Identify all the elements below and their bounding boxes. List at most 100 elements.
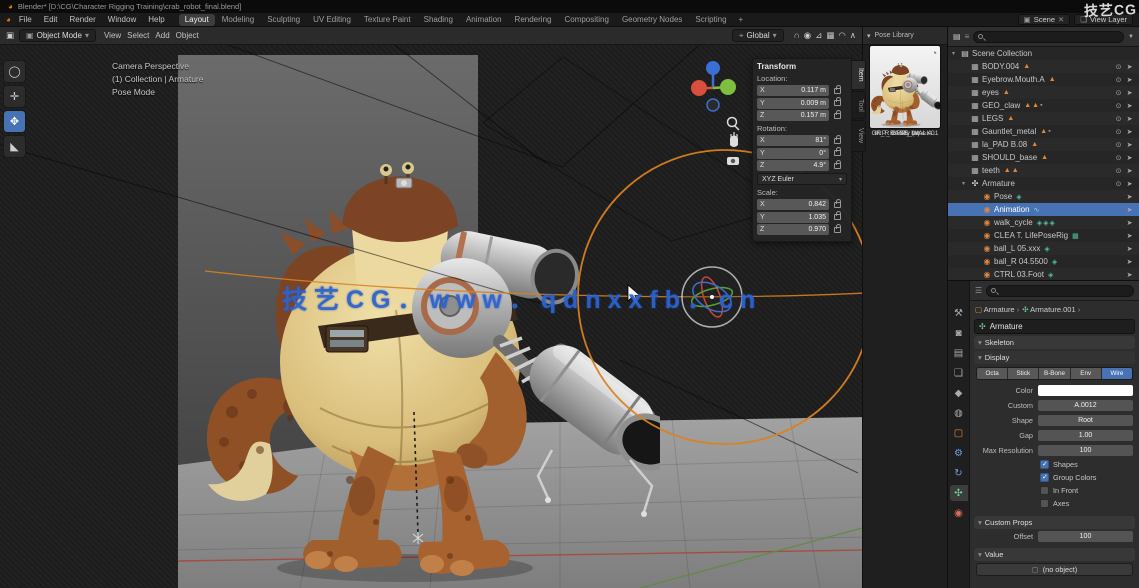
chevron-down-icon[interactable]: ▾ (867, 32, 871, 40)
properties-tab[interactable]: ◙ (950, 325, 968, 341)
disable-render-toggle[interactable]: ➤ (1124, 271, 1135, 279)
sidebar-tab[interactable]: View (852, 120, 866, 151)
rotation-mode-dropdown[interactable]: XYZ Euler▾ (757, 173, 847, 185)
disable-render-toggle[interactable]: ➤ (1124, 89, 1135, 97)
hide-viewport-toggle[interactable]: ⊙ (1113, 76, 1124, 84)
disable-render-toggle[interactable]: ➤ (1124, 141, 1135, 149)
lock-icon[interactable] (834, 100, 841, 106)
orientation-dropdown[interactable]: ⌖ Global ▾ (732, 29, 784, 42)
outliner-row[interactable]: ▦ GEO_claw ▲▲▪ ⊙ ➤ (948, 99, 1139, 112)
viewport-header-icon[interactable]: ◉ (804, 30, 811, 40)
datablock-name-field[interactable]: ✣ Armature (974, 319, 1135, 334)
checkbox[interactable] (1040, 486, 1049, 495)
viewport-canvas[interactable] (0, 45, 862, 588)
lock-icon[interactable] (834, 202, 841, 208)
display-as-option[interactable]: Env (1071, 368, 1102, 379)
3d-viewport[interactable]: Camera Perspective(1) Collection | Armat… (0, 45, 862, 588)
rotation-field[interactable]: X81° (757, 135, 829, 146)
outliner-row[interactable]: ▦ Eyebrow.Mouth.A ▲ ⊙ ➤ (948, 73, 1139, 86)
checkbox[interactable] (1040, 473, 1049, 482)
axis-navigation-gizmo[interactable] (691, 61, 736, 111)
checkbox[interactable] (1040, 499, 1049, 508)
disable-render-toggle[interactable]: ➤ (1124, 193, 1135, 201)
viewport-header-icon[interactable]: ∧ (850, 30, 856, 40)
filter-funnel-icon[interactable]: ▼ (1128, 34, 1134, 40)
hide-viewport-toggle[interactable]: ⊙ (1113, 180, 1124, 188)
workspace-tab[interactable]: UV Editing (307, 14, 357, 26)
unlink-icon[interactable]: ✕ (1058, 15, 1064, 24)
breadcrumb-item[interactable]: ▢ Armature › (975, 305, 1019, 314)
disable-render-toggle[interactable]: ➤ (1124, 154, 1135, 162)
viewport-menu-item[interactable]: Add (152, 31, 172, 40)
viewport-menu-item[interactable]: Select (124, 31, 152, 40)
display-as-option[interactable]: Wire (1102, 368, 1132, 379)
tool-button[interactable]: ◯ (3, 60, 26, 83)
properties-editor-icon[interactable]: ☰ (975, 286, 982, 295)
disclosure-icon[interactable]: ▾ (962, 180, 970, 187)
editor-type-icon[interactable]: ▣ (6, 30, 14, 41)
disable-render-toggle[interactable]: ➤ (1124, 115, 1135, 123)
tool-button[interactable]: ✛ (3, 85, 26, 108)
outliner-row[interactable]: ◉ Animation ∿ ⊙ ➤ (948, 203, 1139, 216)
menubar-item[interactable]: Edit (38, 14, 64, 25)
panel-header-skeleton[interactable]: ▾Skeleton (974, 336, 1135, 349)
properties-tab[interactable]: ⚙ (950, 445, 968, 461)
scale-field[interactable]: Z0.970 (757, 224, 829, 235)
properties-tab[interactable]: ◉ (950, 505, 968, 521)
tool-button[interactable]: ◣ (3, 135, 26, 158)
location-field[interactable]: X0.117 m (757, 85, 829, 96)
property-value-field[interactable] (1038, 385, 1133, 396)
workspace-tab[interactable]: Animation (460, 14, 508, 26)
disable-render-toggle[interactable]: ➤ (1124, 206, 1135, 214)
lock-icon[interactable] (834, 88, 841, 94)
outliner-row[interactable]: ◉ ball_L 05.xxx ◈ ⊙ ➤ (948, 242, 1139, 255)
outliner-row[interactable]: ▾ ▤ Scene Collection ⊙ ➤ (948, 47, 1139, 60)
add-workspace-button[interactable]: + (735, 14, 748, 25)
display-as-option[interactable]: B-Bone (1039, 368, 1070, 379)
lock-icon[interactable] (834, 150, 841, 156)
menubar-item[interactable]: Window (102, 14, 142, 25)
viewport-header-icon[interactable]: ◠ (838, 30, 845, 40)
hide-viewport-toggle[interactable]: ⊙ (1113, 115, 1124, 123)
outliner-search-input[interactable] (973, 31, 1124, 43)
disable-render-toggle[interactable]: ➤ (1124, 258, 1135, 266)
properties-tab[interactable]: ✣ (950, 485, 968, 501)
workspace-tab[interactable]: Layout (179, 14, 215, 26)
breadcrumb-item[interactable]: ✣ Armature.001 › (1022, 305, 1080, 314)
workspace-tab[interactable]: Geometry Nodes (616, 14, 688, 26)
viewport-header-icon[interactable]: ⊿ (815, 30, 822, 40)
filter-collection-icon[interactable]: ▤ (953, 32, 961, 41)
workspace-tab[interactable]: Compositing (558, 14, 614, 26)
sidebar-tab[interactable]: Item (852, 60, 866, 90)
display-as-option[interactable]: Stick (1008, 368, 1039, 379)
pose-thumbnail[interactable]: ◔ (869, 45, 941, 129)
menubar-item[interactable]: Help (142, 14, 170, 25)
hide-viewport-toggle[interactable]: ⊙ (1113, 63, 1124, 71)
offset-value-field[interactable]: 100 (1038, 531, 1133, 542)
outliner-row[interactable]: ◉ CLEA T. LifePoseRig ▦ ⊙ ➤ (948, 229, 1139, 242)
lock-icon[interactable] (834, 163, 841, 169)
workspace-tab[interactable]: Texture Paint (358, 14, 417, 26)
disable-render-toggle[interactable]: ➤ (1124, 167, 1135, 175)
properties-tab[interactable]: ◆ (950, 385, 968, 401)
axis-negz-ball[interactable] (707, 99, 719, 111)
menubar-item[interactable]: File (13, 14, 38, 25)
lock-icon[interactable] (834, 214, 841, 220)
outliner-row[interactable]: ▦ Gauntlet_metal ▲▪ ⊙ ➤ (948, 125, 1139, 138)
display-as-option[interactable]: Octa (977, 368, 1008, 379)
property-value-field[interactable]: A.0012 (1038, 400, 1133, 411)
workspace-tab[interactable]: Scripting (689, 14, 732, 26)
properties-tab[interactable]: ⚒ (950, 305, 968, 321)
hide-viewport-toggle[interactable]: ⊙ (1113, 167, 1124, 175)
location-field[interactable]: Z0.157 m (757, 110, 829, 121)
panel-header-custom-props[interactable]: ▾Custom Props (974, 516, 1135, 529)
outliner-row[interactable]: ▦ BODY.004 ▲ ⊙ ➤ (948, 60, 1139, 73)
property-value-field[interactable]: 1.00 (1038, 430, 1133, 441)
disable-render-toggle[interactable]: ➤ (1124, 128, 1135, 136)
scene-selector[interactable]: ▣ Scene ✕ (1018, 14, 1071, 25)
disable-render-toggle[interactable]: ➤ (1124, 245, 1135, 253)
checkbox[interactable] (1040, 460, 1049, 469)
camera-view-icon[interactable] (727, 157, 739, 165)
outliner-row[interactable]: ▦ LEGS ▲ ⊙ ➤ (948, 112, 1139, 125)
property-value-field[interactable]: Root (1038, 415, 1133, 426)
